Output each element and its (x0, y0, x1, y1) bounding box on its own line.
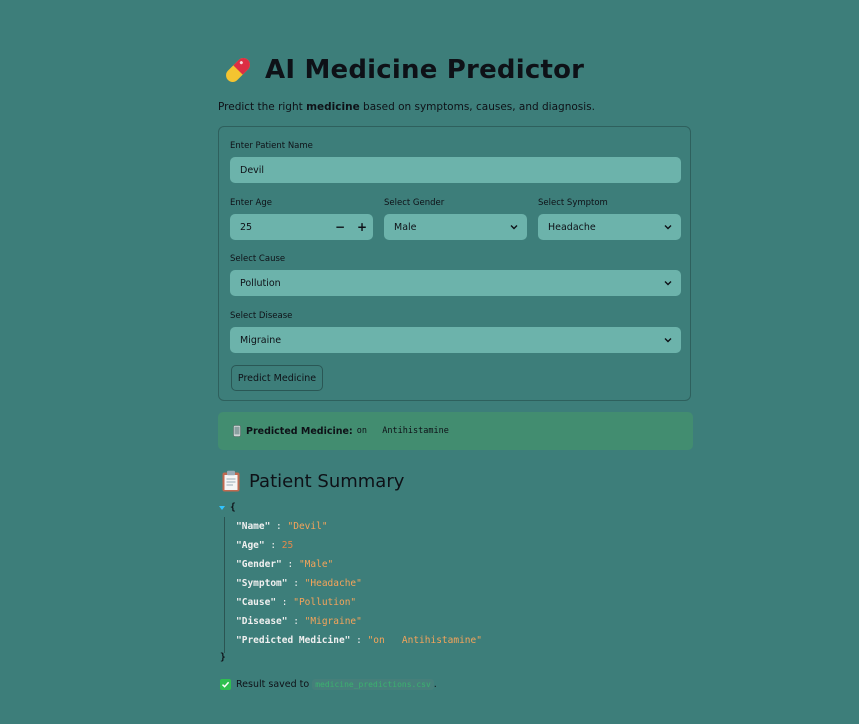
clipboard-icon (222, 470, 240, 492)
cause-value: Pollution (240, 277, 281, 289)
subtitle-bold: medicine (306, 101, 360, 113)
json-close-brace: } (220, 652, 226, 663)
chevron-down-icon (664, 338, 672, 343)
json-entry: "Gender" : "Male" (236, 559, 333, 570)
chevron-down-icon (510, 225, 518, 230)
disease-select[interactable]: Migraine (230, 327, 681, 353)
json-entry: "Cause" : "Pollution" (236, 597, 356, 608)
saved-text: Result saved to (236, 679, 310, 690)
cause-select[interactable]: Pollution (230, 270, 681, 296)
increment-button[interactable]: + (351, 214, 373, 240)
symptom-label: Select Symptom (538, 198, 608, 208)
json-key: "Predicted Medicine" (236, 635, 351, 646)
json-colon: : (281, 559, 299, 570)
chevron-down-icon (664, 281, 672, 286)
json-entry: "Predicted Medicine" : "on Antihistamine… (236, 635, 482, 646)
json-value: "Devil" (287, 521, 328, 532)
age-label: Enter Age (230, 198, 272, 208)
subtitle-suffix: based on symptoms, causes, and diagnosis… (359, 101, 595, 113)
json-colon: : (270, 521, 288, 532)
json-key: "Name" (236, 521, 271, 532)
pill-icon (226, 58, 250, 82)
json-entry: "Symptom" : "Headache" (236, 578, 362, 589)
json-key: "Age" (236, 540, 265, 551)
chevron-down-icon (664, 225, 672, 230)
json-key: "Symptom" (236, 578, 288, 589)
prediction-result: Predicted Medicine: on Antihistamine (218, 412, 693, 450)
phone-icon (233, 425, 241, 437)
gender-select[interactable]: Male (384, 214, 527, 240)
page-subtitle: Predict the right medicine based on symp… (218, 101, 595, 113)
saved-filename: medicine_predictions.csv (312, 679, 434, 690)
result-value: on Antihistamine (356, 426, 449, 436)
patient-name-input[interactable]: Devil (230, 157, 681, 183)
disease-value: Migraine (240, 334, 282, 346)
subtitle-prefix: Predict the right (218, 101, 307, 113)
json-key: "Gender" (236, 559, 282, 570)
json-entry: "Age" : 25 (236, 540, 293, 551)
json-value: "Male" (298, 559, 334, 570)
cause-label: Select Cause (230, 254, 286, 264)
json-value: "Migraine" (304, 616, 362, 627)
json-indent-guide (224, 517, 225, 653)
collapse-toggle-icon[interactable] (219, 506, 225, 510)
age-stepper[interactable]: 25 − + (230, 214, 373, 240)
gender-value: Male (394, 221, 417, 233)
page-header: AI Medicine Predictor (221, 53, 584, 87)
decrement-button[interactable]: − (329, 214, 351, 240)
summary-header: Patient Summary (221, 470, 404, 492)
json-value: "Pollution" (293, 597, 357, 608)
json-entry: "Disease" : "Migraine" (236, 616, 362, 627)
symptom-value: Headache (548, 221, 596, 233)
json-value: "Headache" (304, 578, 362, 589)
predict-medicine-button[interactable]: Predict Medicine (231, 365, 323, 391)
summary-title: Patient Summary (249, 470, 405, 492)
name-label: Enter Patient Name (230, 141, 313, 151)
json-colon: : (264, 540, 282, 551)
save-status: Result saved to medicine_predictions.csv… (220, 679, 437, 690)
page-title: AI Medicine Predictor (265, 55, 585, 85)
checkmark-icon (220, 679, 231, 690)
json-colon: : (276, 597, 294, 608)
json-colon: : (287, 616, 305, 627)
saved-period: . (433, 679, 437, 690)
patient-form: Enter Patient Name Devil Enter Age 25 − … (218, 126, 691, 401)
json-colon: : (287, 578, 305, 589)
json-entry: "Name" : "Devil" (236, 521, 328, 532)
json-colon: : (350, 635, 368, 646)
json-value: "on Antihistamine" (367, 635, 482, 646)
symptom-select[interactable]: Headache (538, 214, 681, 240)
disease-label: Select Disease (230, 311, 293, 321)
patient-name-value: Devil (240, 164, 265, 176)
age-value: 25 (240, 221, 253, 233)
json-key: "Cause" (236, 597, 277, 608)
json-open-brace: { (230, 502, 236, 513)
result-label: Predicted Medicine: (246, 425, 353, 437)
json-value: 25 (281, 540, 294, 551)
json-key: "Disease" (236, 616, 288, 627)
gender-label: Select Gender (384, 198, 445, 208)
